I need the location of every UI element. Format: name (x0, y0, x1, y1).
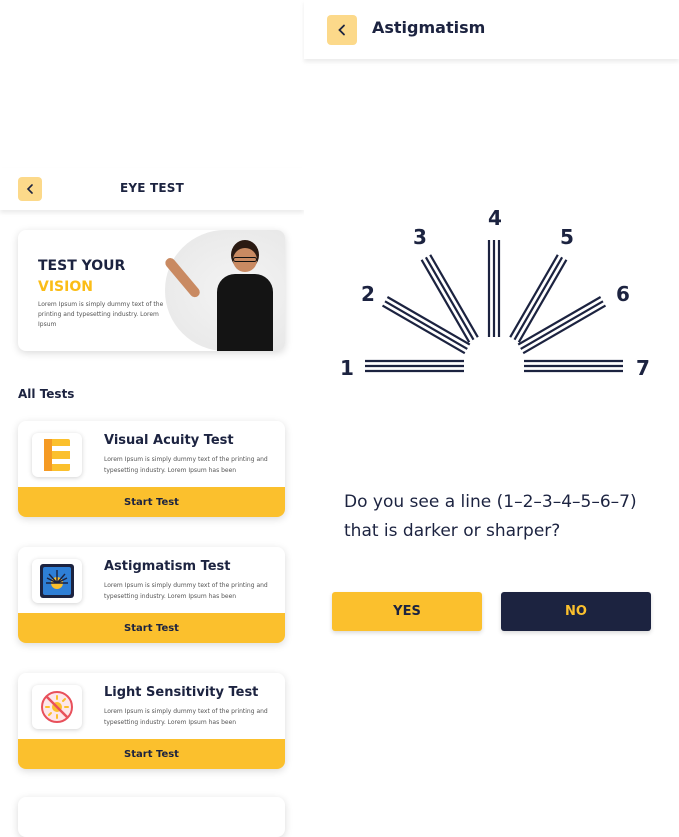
page-title: Astigmatism (372, 18, 486, 37)
eye-test-header: EYE TEST (0, 168, 304, 210)
test-title: Visual Acuity Test (104, 433, 234, 448)
dial-label-3: 3 (413, 225, 427, 249)
banner-photo (163, 230, 285, 351)
no-sun-icon (32, 685, 82, 729)
test-card-visual-acuity: Visual Acuity Test Lorem Ipsum is simply… (18, 421, 285, 517)
glasses-icon (233, 257, 257, 262)
test-description: Lorem Ipsum is simply dummy text of the … (104, 582, 268, 600)
start-test-button[interactable]: Start Test (18, 487, 285, 517)
test-description: Lorem Ipsum is simply dummy text of the … (104, 456, 268, 474)
test-card-next[interactable] (18, 797, 285, 837)
dial-label-2: 2 (361, 282, 375, 306)
test-card-astigmatism: Astigmatism Test Lorem Ipsum is simply d… (18, 547, 285, 643)
astigmatism-dial: 1 2 3 4 5 6 7 (340, 206, 650, 380)
test-card-light-sensitivity: Light Sensitivity Test Lorem Ipsum is si… (18, 673, 285, 769)
question-text: Do you see a line (1–2–3–4–5–6–7) that i… (344, 492, 637, 541)
dial-label-4: 4 (488, 206, 502, 230)
banner-headline: TEST YOUR (38, 258, 126, 274)
section-title: All Tests (18, 387, 75, 401)
page-title: EYE TEST (119, 181, 185, 195)
start-test-button[interactable]: Start Test (18, 739, 285, 769)
astigmatism-fan-icon (32, 559, 82, 603)
astigmatism-screen: Astigmatism 1 2 3 4 5 6 7 Do you see a l… (304, 0, 679, 812)
chevron-left-icon (338, 24, 345, 36)
test-title: Astigmatism Test (104, 559, 231, 574)
dial-label-1: 1 (340, 356, 354, 380)
dial-label-6: 6 (616, 282, 630, 306)
letter-e-icon (32, 433, 82, 477)
dial-label-5: 5 (560, 225, 574, 249)
start-test-button[interactable]: Start Test (18, 613, 285, 643)
banner-description: Lorem Ipsum is simply dummy text of the … (38, 301, 164, 328)
astigmatism-header: Astigmatism (304, 0, 679, 59)
test-description: Lorem Ipsum is simply dummy text of the … (104, 708, 268, 726)
kid-body (217, 274, 273, 351)
test-title: Light Sensitivity Test (104, 685, 259, 700)
banner-headline-accent: VISION (38, 279, 93, 295)
dial-label-7: 7 (636, 356, 650, 380)
vision-banner: TEST YOUR VISION Lorem Ipsum is simply d… (18, 230, 285, 351)
yes-button[interactable]: YES (332, 592, 482, 631)
back-button[interactable] (327, 15, 357, 45)
no-button[interactable]: NO (501, 592, 651, 631)
eye-test-screen: EYE TEST TEST YOUR VISION Lorem Ipsum is… (0, 0, 304, 837)
kid-arm (163, 256, 202, 300)
